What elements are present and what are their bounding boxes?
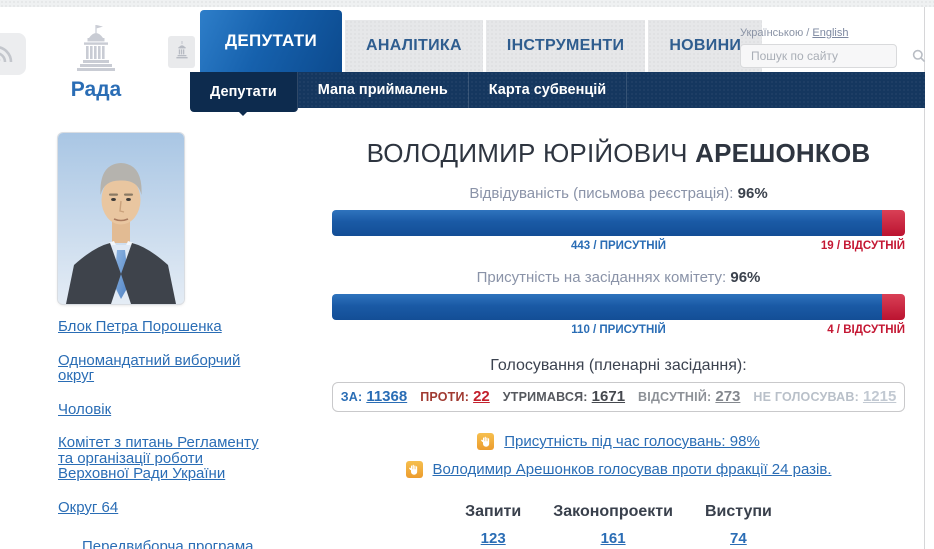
subnav-item-deputies[interactable]: Депутати: [190, 72, 298, 116]
stat-bills-label: Законопроекти: [553, 503, 673, 520]
votes-novote-value[interactable]: 1215: [863, 388, 896, 405]
brand-name: Рада: [70, 78, 122, 101]
stat-queries-label: Запити: [465, 503, 522, 520]
tab-label: ІНСТРУМЕНТИ: [506, 37, 625, 54]
attendance-present-count: 443 / ПРИСУТНІЙ: [570, 240, 667, 252]
stat-queries-value[interactable]: 123: [481, 530, 506, 547]
sidebar-link-faction[interactable]: Блок Петра Порошенка: [58, 319, 276, 335]
subnav-label: Карта субвенцій: [488, 82, 607, 98]
language-switcher: Українською / English: [740, 27, 848, 39]
committee-attendance-label: Присутність на засіданнях комітету: 96%: [332, 269, 905, 286]
sidebar-link-gender[interactable]: Чоловік: [58, 401, 276, 418]
votes-absent-value[interactable]: 273: [715, 388, 740, 405]
subnav-label: Мапа приймалень: [317, 82, 448, 98]
tab-tools[interactable]: ІНСТРУМЕНТИ: [485, 20, 646, 72]
voting-presence-note: Присутність під час голосувань: 98%: [332, 433, 905, 450]
votes-for-value[interactable]: 11368: [366, 388, 407, 405]
stat-speeches-value[interactable]: 74: [730, 530, 747, 547]
stat-bills: Законопроекти 161: [553, 503, 673, 548]
committee-bar-absent: [882, 294, 905, 320]
committee-caption: 110 / ПРИСУТНІЙ 4 / ВІДСУТНІЙ: [332, 324, 905, 337]
tab-label: НОВИНИ: [669, 37, 742, 54]
deputy-first-names: ВОЛОДИМИР ЮРІЙОВИЧ: [366, 138, 688, 168]
parliament-building-icon: [70, 25, 122, 76]
sidebar-link-district[interactable]: Округ 64: [58, 499, 276, 516]
language-separator: /: [803, 27, 813, 39]
committee-attendance-value: 96%: [730, 269, 761, 286]
home-building-button[interactable]: [168, 36, 195, 68]
deputy-profile: ВОЛОДИМИР ЮРІЙОВИЧ АРЕШОНКОВ Відвідувані…: [332, 138, 905, 548]
committee-absent-count: 4 / ВІДСУТНІЙ: [827, 324, 905, 336]
stat-bills-value[interactable]: 161: [601, 530, 626, 547]
program-row: Передвиборча програма депутата: [58, 538, 276, 549]
raised-hand-icon: [405, 461, 423, 478]
deputy-last-name: АРЕШОНКОВ: [695, 138, 871, 168]
site-search: [740, 44, 926, 68]
voting-summary-box: ЗА: 11368 ПРОТИ: 22 УТРИМАВСЯ: 1671 ВІДСУТН…: [332, 382, 905, 412]
stat-speeches-label: Виступи: [704, 503, 772, 520]
deputy-photo: [58, 133, 184, 304]
subnav-item-reception-map[interactable]: Мапа приймалень: [298, 72, 469, 108]
votes-absent-label: ВІДСУТНІЙ:: [638, 390, 712, 404]
attendance-bar-present: [332, 210, 883, 236]
committee-present-count: 110 / ПРИСУТНІЙ: [571, 324, 666, 336]
activity-stats: Запити 123 Законопроекти 161 Виступи 74: [332, 503, 905, 548]
attendance-label: Відвідуваність (письмова реєстрація): 96…: [332, 185, 905, 202]
votes-abstained-value[interactable]: 1671: [592, 388, 625, 405]
stat-speeches: Виступи 74: [705, 503, 772, 548]
votes-abstained: УТРИМАВСЯ: 1671: [503, 388, 625, 406]
attendance-bar: [332, 210, 905, 236]
sidebar-link-constituency-type[interactable]: Одномандатний виборчий округ: [58, 352, 276, 384]
rss-icon: [0, 43, 15, 65]
page: Рада ДЕПУТАТИ АНАЛІТИКА ІНСТРУМЕНТИ НОВИ…: [0, 0, 934, 549]
committee-label-text: Присутність на засіданнях комітету:: [476, 269, 727, 286]
tab-label: АНАЛІТИКА: [366, 37, 462, 54]
sidebar-link-committee[interactable]: Комітет з питань Регламенту та організац…: [58, 435, 276, 482]
language-current: Українською: [740, 27, 804, 39]
votes-against-value[interactable]: 22: [473, 388, 490, 405]
program-link[interactable]: Передвиборча програма депутата: [82, 538, 276, 549]
votes-against: ПРОТИ: 22: [420, 388, 490, 406]
votes-novote: НЕ ГОЛОСУВАВ: 1215: [753, 388, 896, 406]
votes-against-label: ПРОТИ:: [420, 390, 470, 404]
attendance-value: 96%: [737, 185, 768, 202]
page-title: ВОЛОДИМИР ЮРІЙОВИЧ АРЕШОНКОВ: [332, 138, 905, 169]
rss-button[interactable]: [0, 33, 26, 75]
language-link-english[interactable]: English: [812, 27, 848, 39]
deputy-portrait-image: [58, 133, 184, 304]
attendance-caption: 443 / ПРИСУТНІЙ 19 / ВІДСУТНІЙ: [332, 240, 905, 253]
search-input[interactable]: [741, 49, 912, 63]
building-icon: [174, 40, 190, 64]
against-faction-link[interactable]: Володимир Арешонков голосував проти фрак…: [433, 461, 832, 478]
sidebar: Блок Петра Порошенка Одномандатний вибор…: [58, 319, 276, 549]
voting-heading: Голосування (пленарні засідання):: [490, 357, 747, 374]
votes-for-label: ЗА:: [340, 390, 363, 404]
votes-absent: ВІДСУТНІЙ: 273: [638, 388, 740, 406]
sub-nav: Депутати Мапа приймалень Карта субвенцій: [190, 72, 925, 116]
subnav-item-subventions-map[interactable]: Карта субвенцій: [469, 72, 628, 108]
attendance-label-text: Відвідуваність (письмова реєстрація):: [469, 185, 734, 202]
rada-logo[interactable]: Рада: [56, 24, 136, 102]
votes-novote-label: НЕ ГОЛОСУВАВ:: [753, 390, 859, 404]
stat-queries: Запити 123: [465, 503, 521, 548]
attendance-bar-absent: [882, 210, 905, 236]
attendance-absent-count: 19 / ВІДСУТНІЙ: [820, 240, 905, 252]
raised-hand-icon: [477, 433, 495, 450]
tab-label: ДЕПУТАТИ: [225, 31, 317, 50]
voting-presence-link[interactable]: Присутність під час голосувань: 98%: [504, 433, 760, 450]
search-icon[interactable]: [912, 49, 926, 63]
committee-bar: [332, 294, 905, 320]
main-nav: ДЕПУТАТИ АНАЛІТИКА ІНСТРУМЕНТИ НОВИНИ: [200, 10, 763, 72]
tab-deputies[interactable]: ДЕПУТАТИ: [200, 10, 342, 72]
top-pattern-strip: [0, 0, 934, 7]
votes-for: ЗА: 11368: [341, 388, 408, 406]
against-faction-note: Володимир Арешонков голосував проти фрак…: [332, 461, 905, 478]
subnav-label: Депутати: [210, 84, 277, 100]
committee-bar-present: [332, 294, 883, 320]
votes-abstained-label: УТРИМАВСЯ:: [502, 390, 588, 404]
tab-analytics[interactable]: АНАЛІТИКА: [345, 20, 483, 72]
